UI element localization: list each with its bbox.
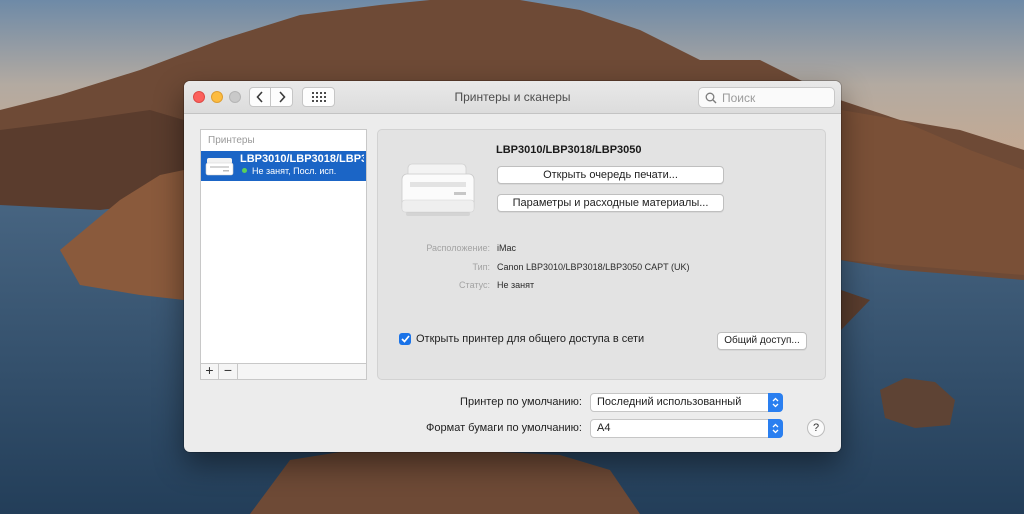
titlebar: Принтеры и сканеры: [184, 81, 841, 114]
printer-detail-panel: LBP3010/LBP3018/LBP3050 Открыть очередь …: [377, 129, 826, 380]
share-printer-checkbox[interactable]: [399, 333, 411, 345]
location-label: Расположение:: [426, 243, 490, 253]
location-value: iMac: [497, 243, 517, 253]
default-printer-value: Последний использованный: [597, 396, 742, 408]
chevron-up-down-icon: [768, 393, 783, 412]
paper-size-label: Формат бумаги по умолчанию:: [426, 422, 582, 434]
checkmark-icon: [400, 335, 410, 343]
printer-list[interactable]: Принтеры LBP3010/LBP3018/LBP3050 Не заня…: [200, 129, 367, 379]
status-indicator-dot: [242, 168, 247, 173]
search-field[interactable]: [698, 87, 835, 108]
search-input[interactable]: [722, 90, 822, 105]
add-printer-button[interactable]: +: [200, 363, 219, 380]
paper-size-value: A4: [597, 422, 611, 434]
printer-list-header: Принтеры: [208, 135, 255, 146]
status-value: Не занят: [497, 280, 535, 290]
search-icon: [705, 92, 717, 103]
options-supplies-button[interactable]: Параметры и расходные материалы...: [497, 194, 724, 212]
printer-status: Не занят, Посл. исп.: [252, 166, 337, 176]
printer-name: LBP3010/LBP3018/LBP3050: [240, 153, 364, 165]
default-printer-select[interactable]: Последний использованный: [590, 393, 783, 412]
printer-list-item[interactable]: LBP3010/LBP3018/LBP3050 Не занят, Посл. …: [201, 151, 366, 181]
type-value: Canon LBP3010/LBP3018/LBP3050 CAPT (UK): [497, 262, 690, 272]
default-printer-label: Принтер по умолчанию:: [460, 396, 582, 408]
share-printer-label[interactable]: Открыть принтер для общего доступа в сет…: [416, 333, 644, 345]
help-button[interactable]: ?: [807, 419, 825, 437]
status-label: Статус:: [459, 280, 490, 290]
remove-printer-button[interactable]: −: [219, 363, 238, 380]
printer-list-toolbar: + −: [200, 363, 367, 380]
type-label: Тип:: [472, 262, 490, 272]
printer-image: [401, 163, 475, 216]
printers-scanners-window: Принтеры и сканеры Принтеры LBP3010/LBP3…: [184, 81, 841, 452]
sharing-preferences-button[interactable]: Общий доступ...: [717, 332, 807, 350]
printer-title: LBP3010/LBP3018/LBP3050: [496, 144, 642, 156]
printer-thumbnail-icon: [205, 158, 234, 176]
chevron-up-down-icon: [768, 419, 783, 438]
open-print-queue-button[interactable]: Открыть очередь печати...: [497, 166, 724, 184]
paper-size-select[interactable]: A4: [590, 419, 783, 438]
